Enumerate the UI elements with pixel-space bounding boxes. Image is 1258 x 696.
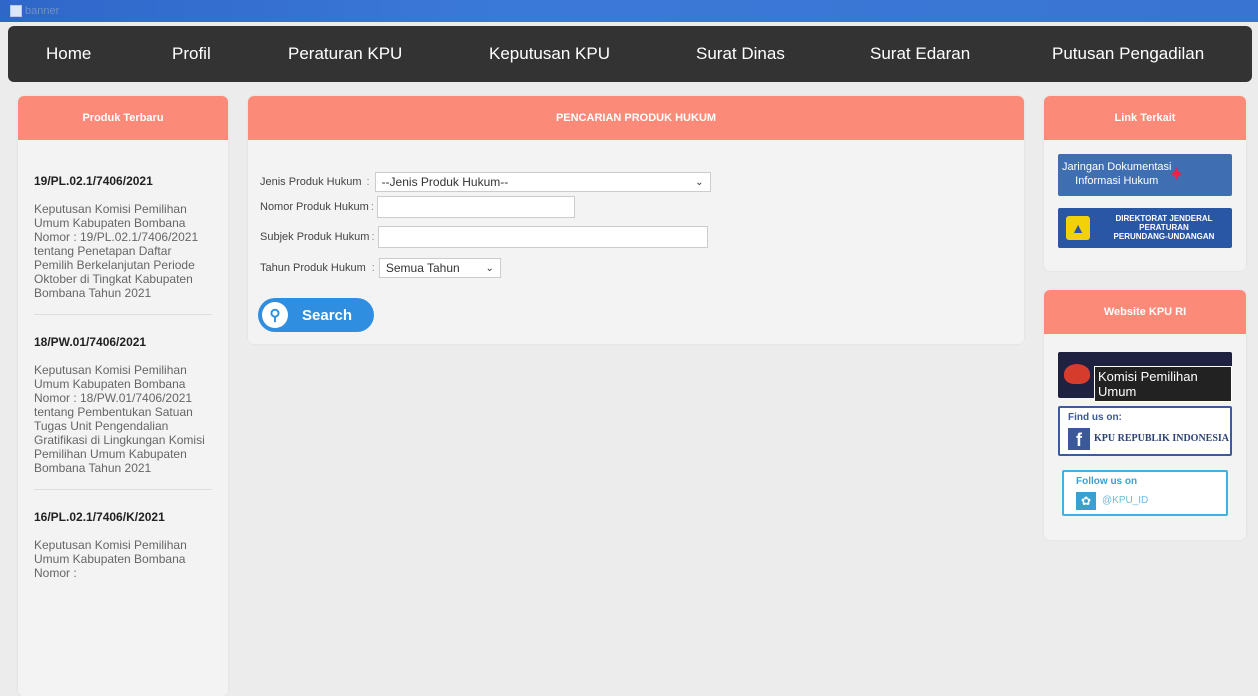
- jenis-label: Jenis Produk Hukum: [260, 176, 362, 188]
- nav-keputusan-kpu[interactable]: Keputusan KPU: [489, 44, 610, 64]
- twitter-link[interactable]: Follow us on ✿ @KPU_ID: [1062, 470, 1228, 516]
- jenis-select[interactable]: --Jenis Produk Hukum-- ⌄: [374, 172, 711, 192]
- jdih-text-line2: Informasi Hukum: [1075, 175, 1159, 187]
- list-item[interactable]: 19/PL.02.1/7406/2021 Keputusan Komisi Pe…: [18, 174, 228, 315]
- banner-image: banner: [10, 3, 59, 19]
- tahun-select[interactable]: Semua Tahun ⌄: [378, 258, 501, 278]
- broken-image-icon: [10, 5, 22, 17]
- post-description: Keputusan Komisi Pemilihan Umum Kabupate…: [34, 363, 205, 475]
- post-description: Keputusan Komisi Pemilihan Umum Kabupate…: [34, 538, 187, 580]
- nav-home[interactable]: Home: [46, 44, 91, 64]
- twitter-handle: @KPU_ID: [1102, 495, 1149, 506]
- colon: :: [366, 176, 370, 188]
- twitter-bird-icon: ✿: [1076, 492, 1096, 510]
- nomor-label: Nomor Produk Hukum: [260, 201, 369, 213]
- kpu-website-link[interactable]: Komisi Pemilihan Umum: [1058, 352, 1232, 402]
- website-kpu-title: Website KPU RI: [1044, 290, 1246, 334]
- nav-profil[interactable]: Profil: [172, 44, 211, 64]
- colon: :: [371, 262, 375, 274]
- search-button-label: Search: [302, 306, 353, 324]
- search-button[interactable]: ⚲ Search: [258, 298, 374, 332]
- list-item[interactable]: 16/PL.02.1/7406/K/2021 Keputusan Komisi …: [18, 510, 228, 580]
- post-description: Keputusan Komisi Pemilihan Umum Kabupate…: [34, 202, 199, 300]
- main-navbar: Home Profil Peraturan KPU Keputusan KPU …: [8, 26, 1252, 82]
- divider: [34, 314, 212, 315]
- link-terkait-panel: Link Terkait Jaringan Dokumentasi Inform…: [1044, 96, 1246, 271]
- subjek-input[interactable]: [377, 226, 708, 248]
- ditjen-text-line1: DIREKTORAT JENDERAL: [1115, 214, 1213, 223]
- jdih-link[interactable]: Jaringan Dokumentasi Informasi Hukum ✦: [1058, 154, 1232, 196]
- search-icon: ⚲: [262, 302, 288, 328]
- search-panel: PENCARIAN PRODUK HUKUM Jenis Produk Huku…: [248, 96, 1024, 344]
- kpu-text: Komisi Pemilihan Umum: [1094, 366, 1232, 402]
- tahun-row: Tahun Produk Hukum : Semua Tahun ⌄: [260, 258, 501, 278]
- post-code[interactable]: 18/PW.01/7406/2021: [34, 335, 212, 349]
- list-item[interactable]: 18/PW.01/7406/2021 Keputusan Komisi Pemi…: [18, 335, 228, 490]
- link-terkait-title: Link Terkait: [1044, 96, 1246, 140]
- ditjen-text: DIREKTORAT JENDERAL PERATURAN PERUNDANG-…: [1098, 214, 1230, 241]
- divider: [34, 489, 212, 490]
- nav-peraturan-kpu[interactable]: Peraturan KPU: [288, 44, 402, 64]
- jenis-select-value: --Jenis Produk Hukum--: [381, 175, 509, 189]
- nav-surat-edaran[interactable]: Surat Edaran: [870, 44, 970, 64]
- post-code[interactable]: 19/PL.02.1/7406/2021: [34, 174, 212, 188]
- tahun-select-value: Semua Tahun: [385, 261, 460, 275]
- jdih-text-line1: Jaringan Dokumentasi: [1062, 161, 1172, 173]
- jdih-text: Jaringan Dokumentasi Informasi Hukum: [1062, 160, 1171, 188]
- facebook-icon: f: [1068, 428, 1090, 450]
- kpu-logo-icon: [1064, 364, 1090, 384]
- nav-putusan-pengadilan[interactable]: Putusan Pengadilan: [1052, 44, 1204, 64]
- tahun-label: Tahun Produk Hukum: [260, 262, 366, 274]
- ditjen-text-line2: PERATURAN: [1139, 223, 1189, 232]
- colon: :: [371, 231, 375, 243]
- subjek-row: Subjek Produk Hukum :: [260, 226, 708, 248]
- colon: :: [370, 201, 374, 213]
- website-kpu-panel: Website KPU RI Komisi Pemilihan Umum Fin…: [1044, 290, 1246, 540]
- banner-alt-text: banner: [25, 5, 60, 17]
- jenis-row: Jenis Produk Hukum : --Jenis Produk Huku…: [260, 172, 711, 192]
- facebook-find-text: Find us on:: [1068, 412, 1122, 423]
- banner: banner: [0, 0, 1258, 22]
- post-code[interactable]: 16/PL.02.1/7406/K/2021: [34, 510, 212, 524]
- produk-terbaru-panel: Produk Terbaru 19/PL.02.1/7406/2021 Kepu…: [18, 96, 228, 696]
- facebook-link[interactable]: Find us on: f KPU REPUBLIK INDONESIA: [1058, 406, 1232, 456]
- search-panel-title: PENCARIAN PRODUK HUKUM: [248, 96, 1024, 140]
- twitter-follow-text: Follow us on: [1076, 476, 1138, 487]
- subjek-label: Subjek Produk Hukum: [260, 231, 370, 243]
- ditjen-text-line3: PERUNDANG-UNDANGAN: [1113, 232, 1215, 241]
- produk-terbaru-title: Produk Terbaru: [18, 96, 228, 140]
- chevron-down-icon: ⌄: [695, 176, 704, 188]
- ditjen-logo-icon: ▲: [1066, 216, 1090, 240]
- ditjen-pp-link[interactable]: ▲ DIREKTORAT JENDERAL PERATURAN PERUNDAN…: [1058, 208, 1232, 248]
- facebook-name: KPU REPUBLIK INDONESIA: [1094, 433, 1230, 444]
- indonesia-map-icon: ✦: [1168, 164, 1185, 186]
- nav-surat-dinas[interactable]: Surat Dinas: [696, 44, 785, 64]
- nomor-row: Nomor Produk Hukum :: [260, 196, 575, 218]
- chevron-down-icon: ⌄: [485, 262, 494, 274]
- nomor-input[interactable]: [376, 196, 575, 218]
